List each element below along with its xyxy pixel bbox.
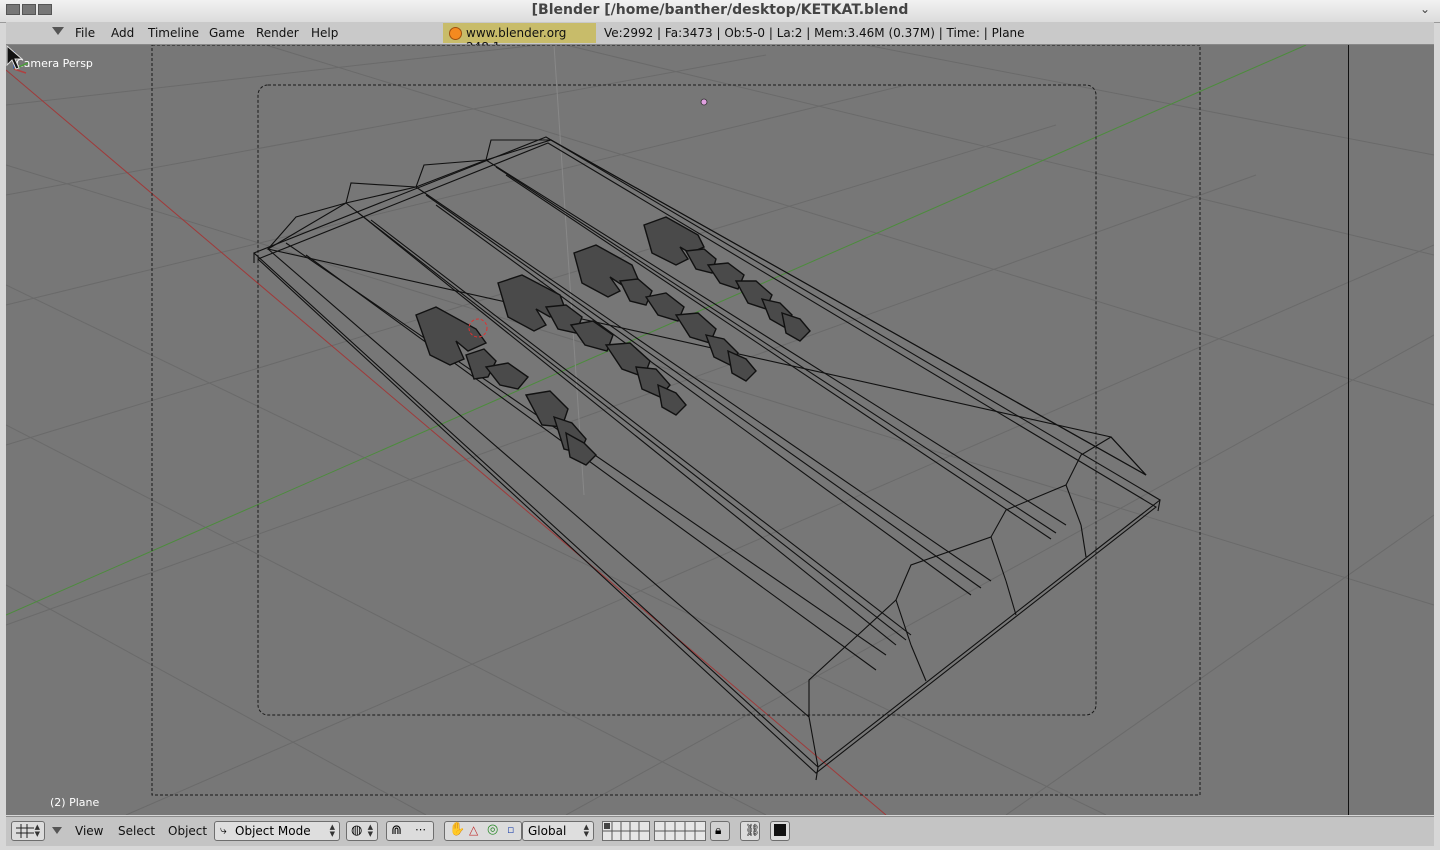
floor-grid xyxy=(6,45,1434,815)
menu-timeline[interactable]: Timeline xyxy=(148,26,199,40)
window-title: [Blender [/home/banther/desktop/KETKAT.b… xyxy=(531,2,909,18)
sphere-icon: ◍ xyxy=(351,823,363,838)
menu-game[interactable]: Game xyxy=(209,26,245,40)
render-icon xyxy=(774,824,786,836)
lamp-marker xyxy=(700,98,708,106)
camera-outer-frame xyxy=(151,45,1201,796)
menu-file[interactable]: File xyxy=(75,26,95,40)
3d-view-header: ▲ ▼ View Select Object ⤷ Object Mode ▲ ▼ ◍… xyxy=(6,816,1434,846)
header-collapse-icon[interactable] xyxy=(52,827,62,834)
orientation-label: Global xyxy=(528,824,567,838)
updown-icon: ▲ ▼ xyxy=(329,823,335,838)
mode-select-label: Object Mode xyxy=(235,824,311,838)
x-axis-line xyxy=(6,69,887,815)
updown-icon: ▲ ▼ xyxy=(34,823,40,838)
scene-stats: Ve:2992 | Fa:3473 | Ob:5-0 | La:2 | Mem:… xyxy=(604,26,1025,40)
chevron-down-icon[interactable]: ⌄ xyxy=(1420,2,1430,16)
window-titlebar: [Blender [/home/banther/desktop/KETKAT.b… xyxy=(0,0,1440,23)
link-icon: ⛓ xyxy=(745,823,761,837)
object-mode-icon: ⤷ xyxy=(220,823,227,837)
link-button[interactable]: ⛓ xyxy=(740,821,760,841)
layer-buttons-b[interactable] xyxy=(654,821,706,841)
layer-buttons-a[interactable] xyxy=(602,821,650,841)
grid-icon xyxy=(16,824,34,838)
kitkat-wireframe xyxy=(252,136,1161,781)
magnet-icon: ⋒ xyxy=(391,823,402,838)
pivot-select[interactable]: ⋒ ⋯ xyxy=(386,821,434,841)
draw-type-select[interactable]: ◍ ▲ ▼ xyxy=(346,821,378,841)
menu-help[interactable]: Help xyxy=(311,26,338,40)
blender-logo-badge: www.blender.org 248.1 xyxy=(443,23,596,54)
render-preview-button[interactable] xyxy=(770,821,790,841)
menu-select[interactable]: Select xyxy=(118,824,155,838)
menu-add[interactable]: Add xyxy=(111,26,134,40)
mode-select[interactable]: ⤷ Object Mode ▲ ▼ xyxy=(214,821,340,841)
orientation-select[interactable]: Global ▲ ▼ xyxy=(522,821,594,841)
editor-type-select[interactable]: ▲ ▼ xyxy=(11,821,45,841)
translate-icon[interactable]: △ xyxy=(469,823,478,837)
menu-render[interactable]: Render xyxy=(256,26,299,40)
viewport-divider xyxy=(1348,45,1349,815)
3d-viewport[interactable]: Camera Persp (2) Plane xyxy=(6,45,1434,815)
active-object-label: (2) Plane xyxy=(50,796,100,809)
lock-layers-button[interactable]: 🔒︎ xyxy=(710,821,730,841)
rotate-icon[interactable]: ◎ xyxy=(487,822,498,837)
hand-icon[interactable]: ✋ xyxy=(449,822,465,837)
scale-icon[interactable]: ▫ xyxy=(507,823,514,836)
updown-icon: ▲ ▼ xyxy=(367,823,373,838)
lock-icon: 🔒︎ xyxy=(715,823,722,837)
layer-grid-icon xyxy=(655,822,705,840)
pivot-icon: ⋯ xyxy=(415,823,426,836)
menu-view[interactable]: View xyxy=(75,824,103,838)
layer-grid-icon xyxy=(603,822,649,840)
header-collapse-icon[interactable] xyxy=(52,27,64,35)
mouse-pointer-icon xyxy=(6,45,24,70)
menu-object[interactable]: Object xyxy=(168,824,207,838)
blender-logo-icon xyxy=(449,27,462,40)
manipulator-group: ✋ △ ◎ ▫ xyxy=(444,821,522,841)
y-axis-line xyxy=(6,45,1307,616)
updown-icon: ▲ ▼ xyxy=(583,823,589,838)
viewport-canvas xyxy=(6,45,1434,815)
info-header: File Add Timeline Game Render Help www.b… xyxy=(6,22,1434,54)
